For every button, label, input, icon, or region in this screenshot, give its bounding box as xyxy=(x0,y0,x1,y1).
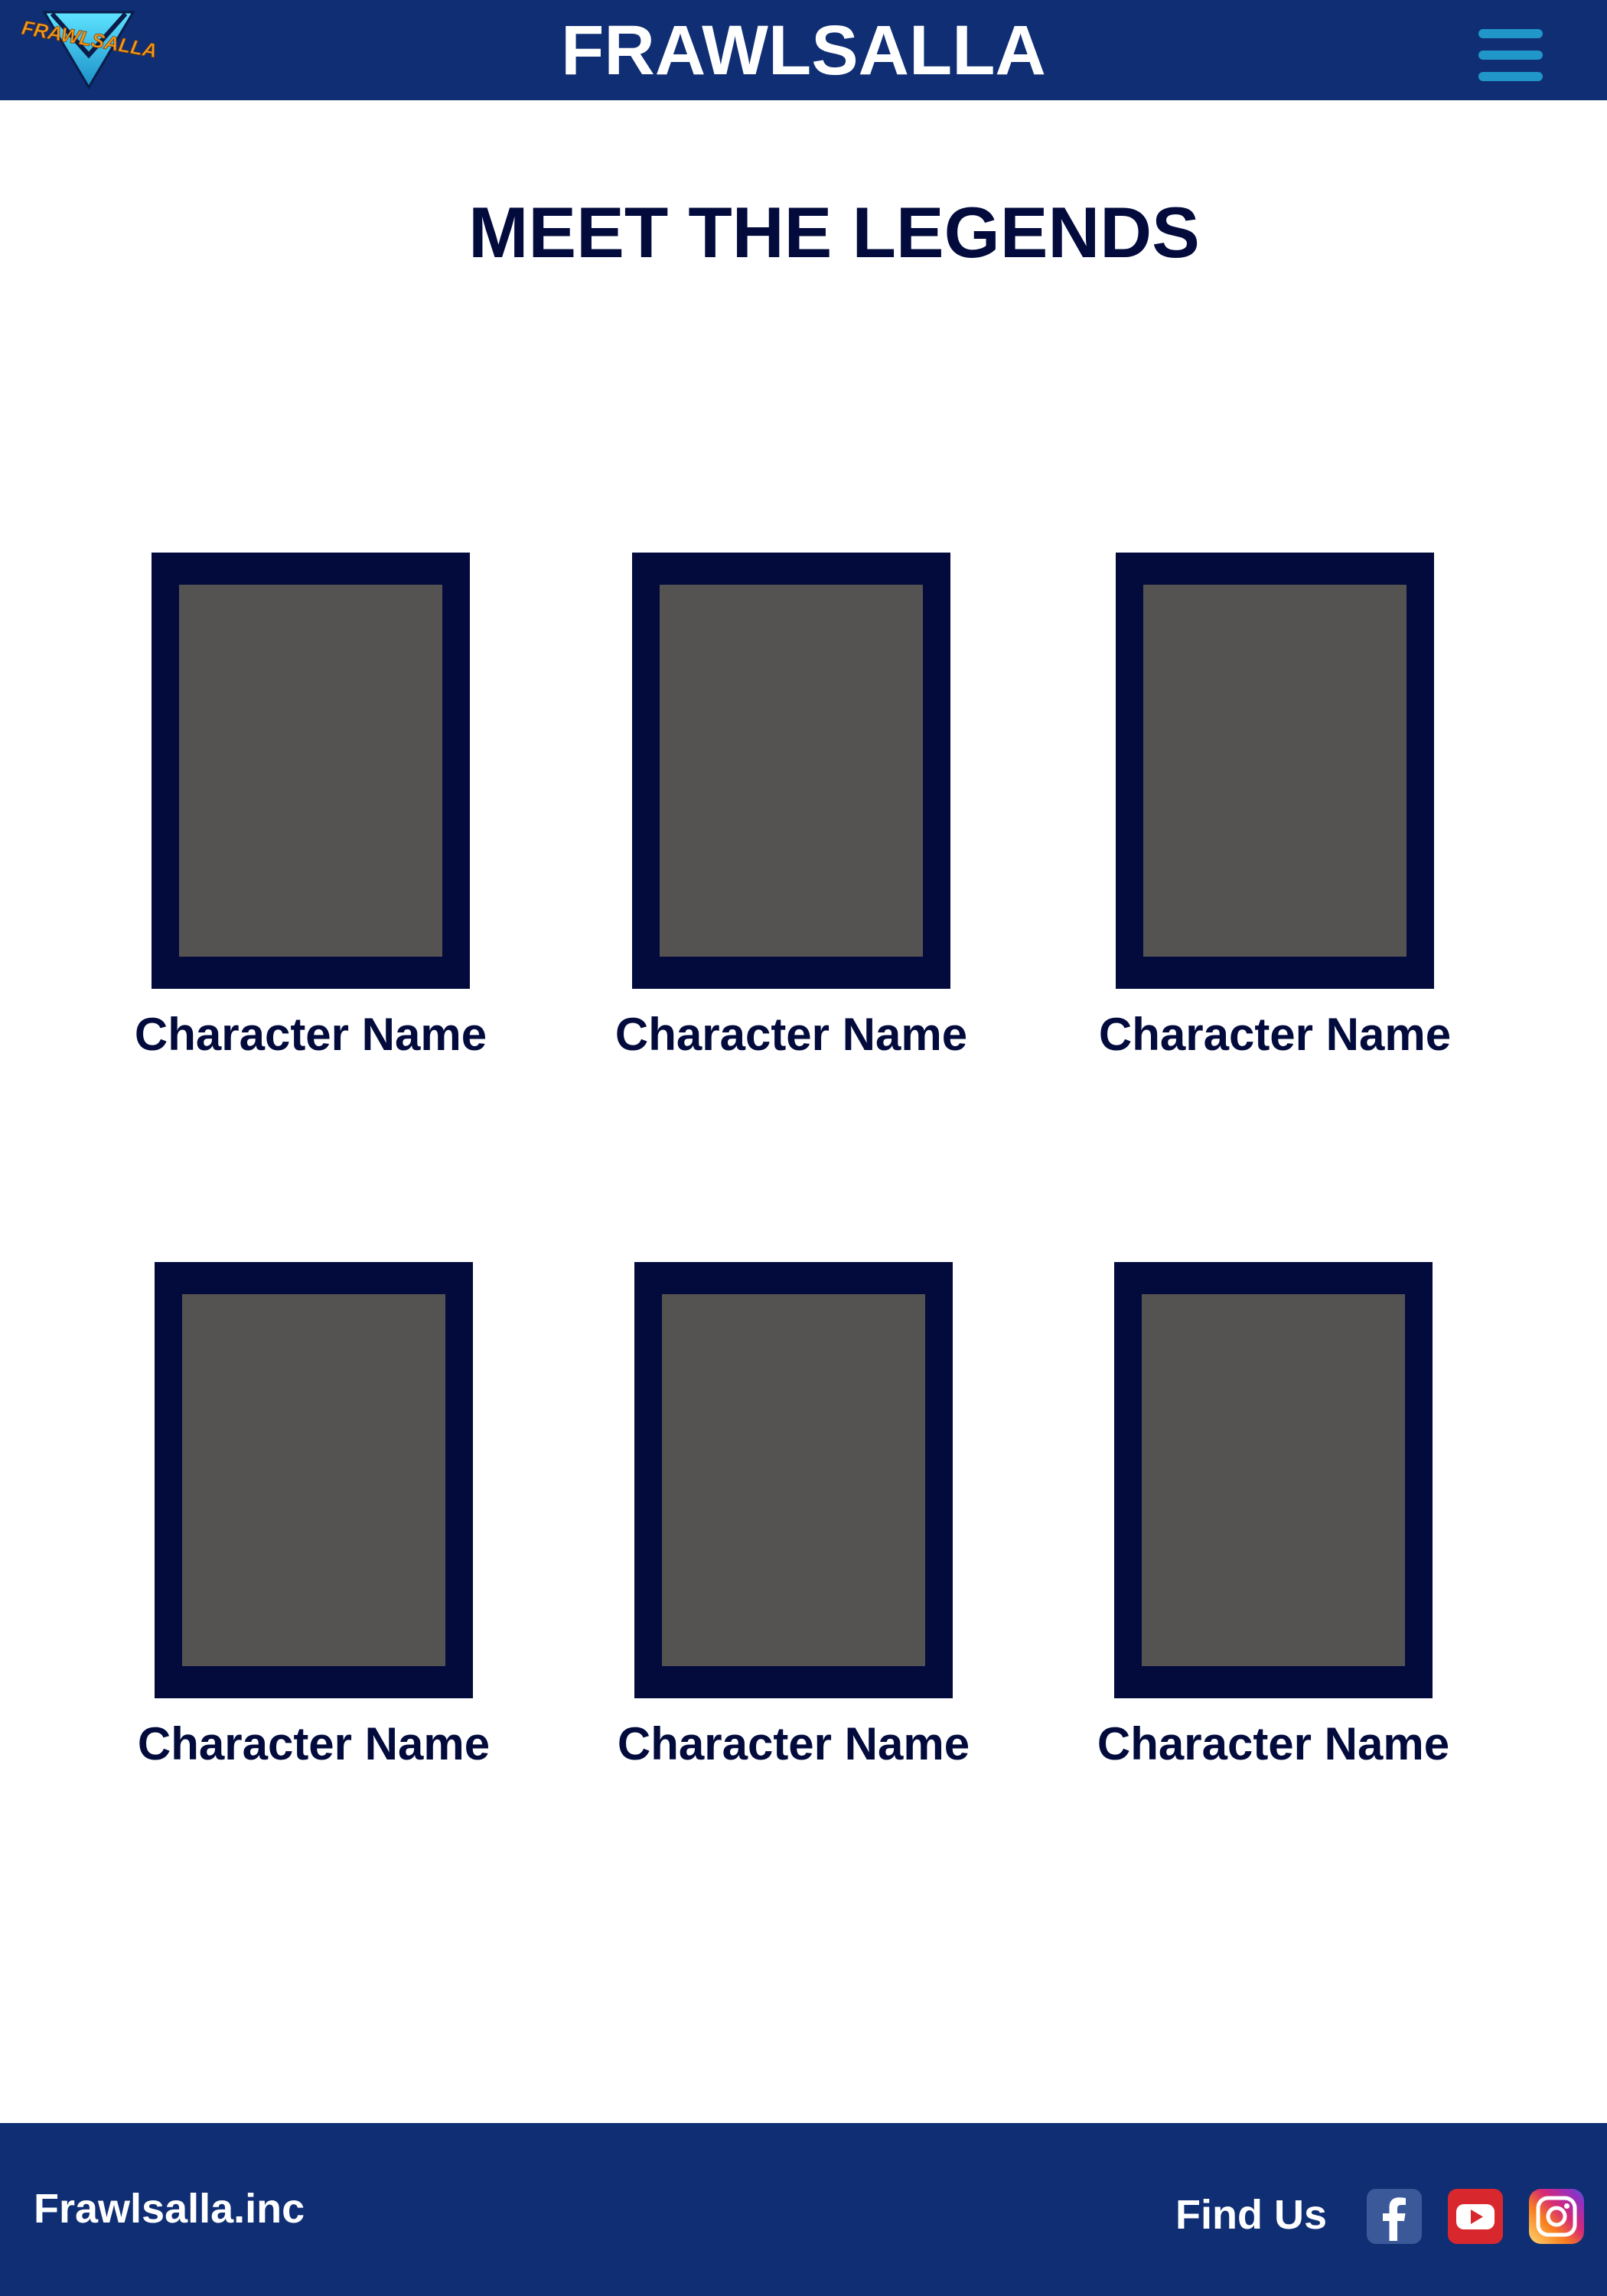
legend-portrait-frame[interactable] xyxy=(632,553,950,989)
legend-name[interactable]: Character Name xyxy=(611,1715,976,1773)
legend-name[interactable]: Character Name xyxy=(129,1006,493,1064)
legend-portrait-placeholder xyxy=(1142,1294,1405,1666)
legend-name[interactable]: Character Name xyxy=(1091,1715,1455,1773)
legend-portrait-frame[interactable] xyxy=(152,553,470,989)
site-header: FRAWLSALLA FRAWLSALLA xyxy=(0,0,1607,100)
legend-portrait-frame[interactable] xyxy=(155,1262,473,1698)
legend-portrait-frame[interactable] xyxy=(1114,1262,1433,1698)
facebook-icon[interactable] xyxy=(1365,2187,1423,2245)
legend-portrait-placeholder xyxy=(179,585,442,957)
find-us-label: Find Us xyxy=(1175,2192,1327,2238)
page-heading: MEET THE LEGENDS xyxy=(468,192,1200,272)
legend-name[interactable]: Character Name xyxy=(609,1006,973,1064)
instagram-icon[interactable] xyxy=(1527,2187,1586,2245)
legend-portrait-placeholder xyxy=(662,1294,925,1666)
legend-portrait-placeholder xyxy=(660,585,923,957)
site-footer: Frawlsalla.inc Find Us xyxy=(0,2123,1607,2296)
legend-name[interactable]: Character Name xyxy=(132,1715,496,1773)
legend-portrait-frame[interactable] xyxy=(634,1262,953,1698)
legend-portrait-placeholder xyxy=(182,1294,445,1666)
legend-name[interactable]: Character Name xyxy=(1093,1006,1457,1064)
legend-portrait-placeholder xyxy=(1143,585,1407,957)
site-title: FRAWLSALLA xyxy=(561,11,1046,90)
hamburger-menu-icon[interactable] xyxy=(1478,29,1543,81)
company-name: Frawlsalla.inc xyxy=(34,2186,305,2232)
legend-portrait-frame[interactable] xyxy=(1116,553,1434,989)
youtube-icon[interactable] xyxy=(1446,2187,1504,2245)
